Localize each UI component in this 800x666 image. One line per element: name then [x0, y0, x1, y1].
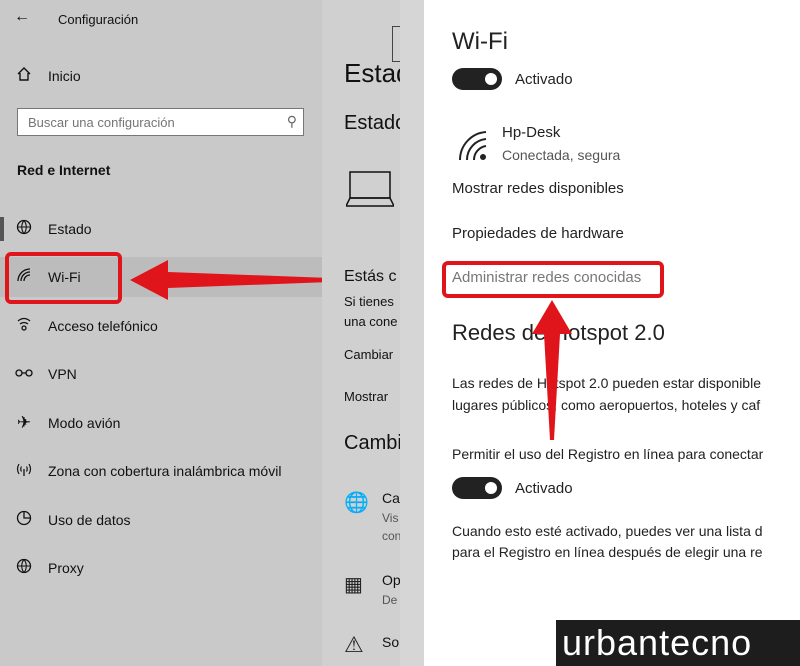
adapter-options-sub: Vis: [382, 511, 399, 525]
sidebar-item-label: Uso de datos: [48, 512, 131, 528]
nav-home-label: Inicio: [48, 68, 81, 84]
airplane-icon: ✈: [16, 413, 32, 432]
vpn-icon: [0, 364, 48, 384]
status-subheading: Estado: [344, 112, 400, 134]
network-adapter-icon: 🌐: [344, 492, 369, 514]
adapter-options-sub: con: [382, 529, 400, 543]
search-icon[interactable]: ⚲: [287, 113, 297, 130]
dialup-icon: [0, 316, 48, 337]
wifi-page-title: Wi-Fi: [452, 28, 508, 55]
annotation-highlight-wifi: [5, 252, 122, 304]
sidebar-item-label: Zona con cobertura inalámbrica móvil: [48, 463, 282, 479]
globe-icon: [0, 558, 48, 579]
home-icon: [0, 66, 48, 87]
annotation-highlight-manage: [442, 261, 664, 298]
sidebar-item-label: VPN: [48, 366, 77, 382]
sidebar-item-label: Acceso telefónico: [48, 318, 158, 334]
status-page: Estad Estado Estás c Si tienes una cone …: [322, 0, 400, 666]
sidebar-item-label: Estado: [48, 221, 92, 237]
sidebar-item-label: Proxy: [48, 560, 84, 576]
troubleshoot-title[interactable]: So: [382, 634, 399, 650]
search-box[interactable]: ⚲: [17, 108, 304, 136]
sharing-options-title[interactable]: Op: [382, 572, 400, 588]
search-input[interactable]: [18, 109, 278, 135]
show-available-networks-link[interactable]: Mostrar redes disponibles: [452, 180, 624, 197]
sidebar-item-proxy[interactable]: Proxy: [0, 548, 322, 588]
watermark-logo: urbantecno: [556, 620, 800, 666]
hotspot-icon: [0, 461, 48, 482]
section-heading: Cambi: [344, 432, 400, 454]
online-registry-description: Cuando esto esté activado, puedes ver un…: [452, 523, 763, 539]
sidebar-item-modo-avion[interactable]: ✈ Modo avión: [0, 403, 322, 443]
wifi-toggle[interactable]: [452, 68, 502, 90]
window-title: Configuración: [58, 12, 139, 27]
nav-home[interactable]: Inicio: [0, 56, 322, 96]
wifi-settings-panel: Wi-Fi Activado Hp-Desk Conectada, segura…: [400, 0, 800, 666]
change-link[interactable]: Cambiar: [344, 347, 393, 362]
hotspot-description: Las redes de Hotspot 2.0 pueden estar di…: [452, 375, 761, 391]
connected-text: una cone: [344, 314, 398, 329]
online-registry-label: Permitir el uso del Registro en línea pa…: [452, 446, 764, 462]
show-link[interactable]: Mostrar: [344, 389, 388, 404]
back-arrow-icon[interactable]: ←: [14, 8, 30, 26]
section-title: Red e Internet: [17, 162, 111, 178]
sharing-icon: ▦: [344, 574, 363, 596]
connected-title: Estás c: [344, 268, 397, 285]
sidebar-item-vpn[interactable]: VPN: [0, 354, 322, 394]
sharing-options-sub: De: [382, 593, 398, 607]
connected-text: Si tienes: [344, 294, 394, 309]
sidebar-item-label: Modo avión: [48, 415, 121, 431]
sidebar-item-zona-cobertura[interactable]: Zona con cobertura inalámbrica móvil: [0, 451, 322, 491]
network-name[interactable]: Hp-Desk: [502, 124, 560, 141]
globe-icon: [0, 219, 48, 240]
online-registry-description: para el Registro en línea después de ele…: [452, 544, 763, 560]
laptop-icon: [346, 171, 394, 207]
annotation-arrow-up: [532, 300, 572, 440]
settings-sidebar: ← Configuración Inicio ⚲ Red e Internet …: [0, 0, 322, 666]
warning-icon: ⚠: [344, 632, 364, 657]
sidebar-item-acceso-telefonico[interactable]: Acceso telefónico: [0, 306, 322, 346]
wifi-signal-icon: [458, 131, 487, 161]
adapter-options-title[interactable]: Ca: [382, 490, 400, 506]
page-title: Estad: [344, 58, 400, 88]
sidebar-item-estado[interactable]: Estado: [0, 209, 322, 249]
online-registry-toggle-label: Activado: [515, 480, 573, 497]
online-registry-toggle[interactable]: [452, 477, 502, 499]
network-status: Conectada, segura: [502, 147, 621, 163]
annotation-arrow-left: [130, 260, 330, 300]
hardware-properties-link[interactable]: Propiedades de hardware: [452, 225, 624, 242]
hotspot-description: lugares públicos, como aeropuertos, hote…: [452, 397, 761, 413]
data-usage-icon: [0, 510, 48, 531]
wifi-toggle-label: Activado: [515, 71, 573, 88]
sidebar-item-uso-datos[interactable]: Uso de datos: [0, 500, 322, 540]
